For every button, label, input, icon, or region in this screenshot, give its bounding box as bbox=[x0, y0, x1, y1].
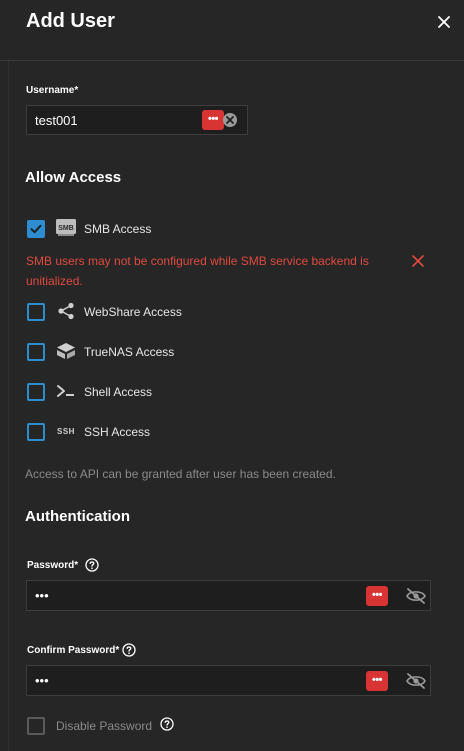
api-access-hint: Access to API can be granted after user … bbox=[25, 467, 336, 481]
clear-input-icon[interactable] bbox=[222, 112, 238, 128]
ssh-access-checkbox[interactable] bbox=[27, 423, 45, 441]
close-icon bbox=[438, 16, 450, 28]
shell-access-checkbox[interactable] bbox=[27, 383, 45, 401]
authentication-heading: Authentication bbox=[25, 508, 130, 525]
smb-error-message: SMB users may not be configured while SM… bbox=[26, 251, 386, 291]
confirm-password-input[interactable]: ••• ••• bbox=[26, 665, 431, 696]
password-manager-badge[interactable]: ••• bbox=[202, 110, 224, 130]
allow-access-heading: Allow Access bbox=[25, 169, 122, 186]
confirm-password-help-icon[interactable] bbox=[122, 643, 136, 657]
password-label: Password* bbox=[27, 560, 79, 571]
close-button[interactable] bbox=[434, 12, 456, 34]
truenas-icon bbox=[57, 343, 75, 359]
dialog-title: Add User bbox=[26, 10, 115, 32]
webshare-access-label: WebShare Access bbox=[84, 305, 182, 319]
shell-icon bbox=[57, 385, 74, 397]
disable-password-label: Disable Password bbox=[56, 719, 153, 733]
shell-access-label: Shell Access bbox=[84, 385, 153, 399]
truenas-access-label: TrueNAS Access bbox=[84, 345, 175, 359]
username-value: test001 bbox=[35, 113, 78, 128]
smb-error-line-1: SMB users may not be configured while SM… bbox=[26, 254, 369, 268]
dismiss-error-icon[interactable] bbox=[411, 254, 425, 268]
smb-access-checkbox[interactable] bbox=[27, 220, 45, 238]
disable-password-checkbox[interactable] bbox=[27, 717, 45, 735]
truenas-access-checkbox[interactable] bbox=[27, 343, 45, 361]
username-label: Username* bbox=[26, 85, 79, 96]
password-manager-badge[interactable]: ••• bbox=[366, 586, 388, 606]
confirm-password-label: Confirm Password* bbox=[27, 645, 120, 656]
ssh-access-label: SSH Access bbox=[84, 425, 151, 439]
visibility-off-icon[interactable] bbox=[405, 587, 427, 605]
ssh-icon: SSH bbox=[57, 427, 75, 436]
share-icon bbox=[58, 302, 74, 320]
webshare-access-checkbox[interactable] bbox=[27, 303, 45, 321]
password-value: ••• bbox=[35, 588, 49, 603]
add-user-panel: Add User Username* test001 ••• Allow Acc… bbox=[0, 0, 464, 751]
smb-access-label: SMB Access bbox=[84, 222, 152, 236]
confirm-password-value: ••• bbox=[35, 673, 49, 688]
smb-error-line-2: unitialized. bbox=[26, 274, 83, 288]
visibility-off-icon[interactable] bbox=[405, 672, 427, 690]
check-icon bbox=[30, 224, 42, 234]
username-input[interactable]: test001 ••• bbox=[26, 105, 248, 135]
password-manager-badge[interactable]: ••• bbox=[366, 671, 388, 691]
disable-password-help-icon[interactable] bbox=[160, 717, 174, 731]
dialog-header: Add User bbox=[0, 0, 464, 61]
smb-icon: SMB bbox=[56, 219, 76, 236]
svg-text:SMB: SMB bbox=[58, 225, 74, 232]
password-help-icon[interactable] bbox=[85, 558, 99, 572]
password-input[interactable]: ••• ••• bbox=[26, 580, 431, 611]
